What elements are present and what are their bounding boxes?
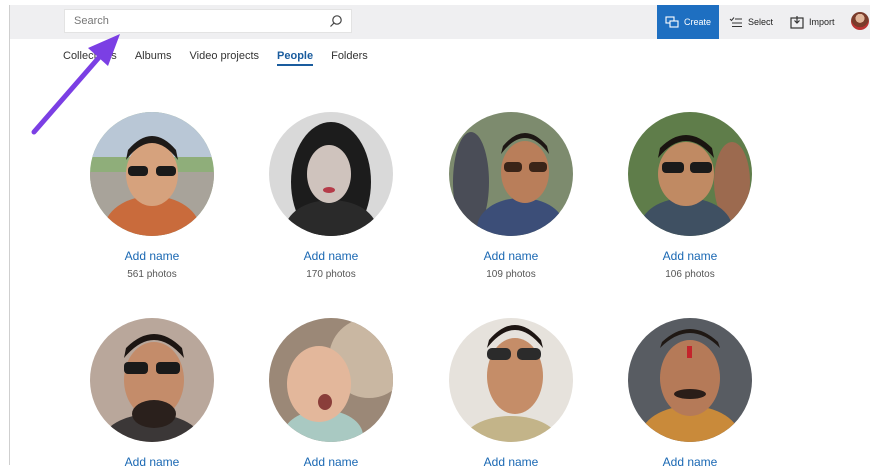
- photo-count: 106 photos: [665, 269, 715, 280]
- search-icon[interactable]: [329, 14, 343, 28]
- person-card[interactable]: Add name 106 photos: [620, 112, 760, 280]
- person-photo-image: [449, 112, 573, 236]
- person-photo-image: [269, 318, 393, 442]
- select-label: Select: [748, 17, 774, 27]
- photo-count: 561 photos: [127, 269, 177, 280]
- add-name-link[interactable]: Add name: [261, 249, 401, 263]
- tab-people[interactable]: People: [277, 50, 314, 66]
- person-photo-image: [449, 318, 573, 442]
- add-name-link[interactable]: Add name: [441, 455, 581, 469]
- person-photo-image: [90, 318, 214, 442]
- import-button[interactable]: Import: [790, 5, 835, 39]
- add-name-link[interactable]: Add name: [82, 249, 222, 263]
- add-name-link[interactable]: Add name: [261, 455, 401, 469]
- person-card[interactable]: Add name: [261, 318, 401, 475]
- import-label: Import: [809, 17, 835, 27]
- person-card[interactable]: Add name 170 photos: [261, 112, 401, 280]
- create-label: Create: [683, 17, 711, 27]
- add-name-link[interactable]: Add name: [82, 455, 222, 469]
- person-card[interactable]: Add name 109 photos: [441, 112, 581, 280]
- create-button[interactable]: Create: [657, 5, 719, 39]
- person-photo-image: [628, 318, 752, 442]
- photo-count: 170 photos: [306, 269, 356, 280]
- person-photo[interactable]: [269, 112, 393, 236]
- person-photo[interactable]: [449, 112, 573, 236]
- add-name-link[interactable]: Add name: [620, 455, 760, 469]
- person-card[interactable]: Add name: [441, 318, 581, 475]
- person-photo-image: [269, 112, 393, 236]
- tab-video-projects[interactable]: Video projects: [190, 50, 260, 66]
- person-card[interactable]: Add name: [620, 318, 760, 475]
- window-edge: [9, 5, 10, 465]
- photo-count: 109 photos: [486, 269, 536, 280]
- person-photo[interactable]: [90, 318, 214, 442]
- avatar[interactable]: [851, 12, 869, 30]
- tab-folders[interactable]: Folders: [331, 50, 368, 66]
- person-photo[interactable]: [269, 318, 393, 442]
- person-card[interactable]: Add name 561 photos: [82, 112, 222, 280]
- tab-albums[interactable]: Albums: [135, 50, 172, 66]
- person-photo[interactable]: [628, 112, 752, 236]
- person-photo[interactable]: [449, 318, 573, 442]
- person-photo-image: [90, 112, 214, 236]
- person-photo[interactable]: [90, 112, 214, 236]
- person-photo-image: [628, 112, 752, 236]
- person-photo[interactable]: [628, 318, 752, 442]
- checklist-icon: [729, 17, 742, 27]
- create-icon: [665, 16, 679, 28]
- add-name-link[interactable]: Add name: [620, 249, 760, 263]
- select-button[interactable]: Select: [729, 5, 773, 39]
- person-card[interactable]: Add name: [82, 318, 222, 475]
- import-icon: [790, 15, 804, 29]
- add-name-link[interactable]: Add name: [441, 249, 581, 263]
- search-input[interactable]: [74, 13, 314, 29]
